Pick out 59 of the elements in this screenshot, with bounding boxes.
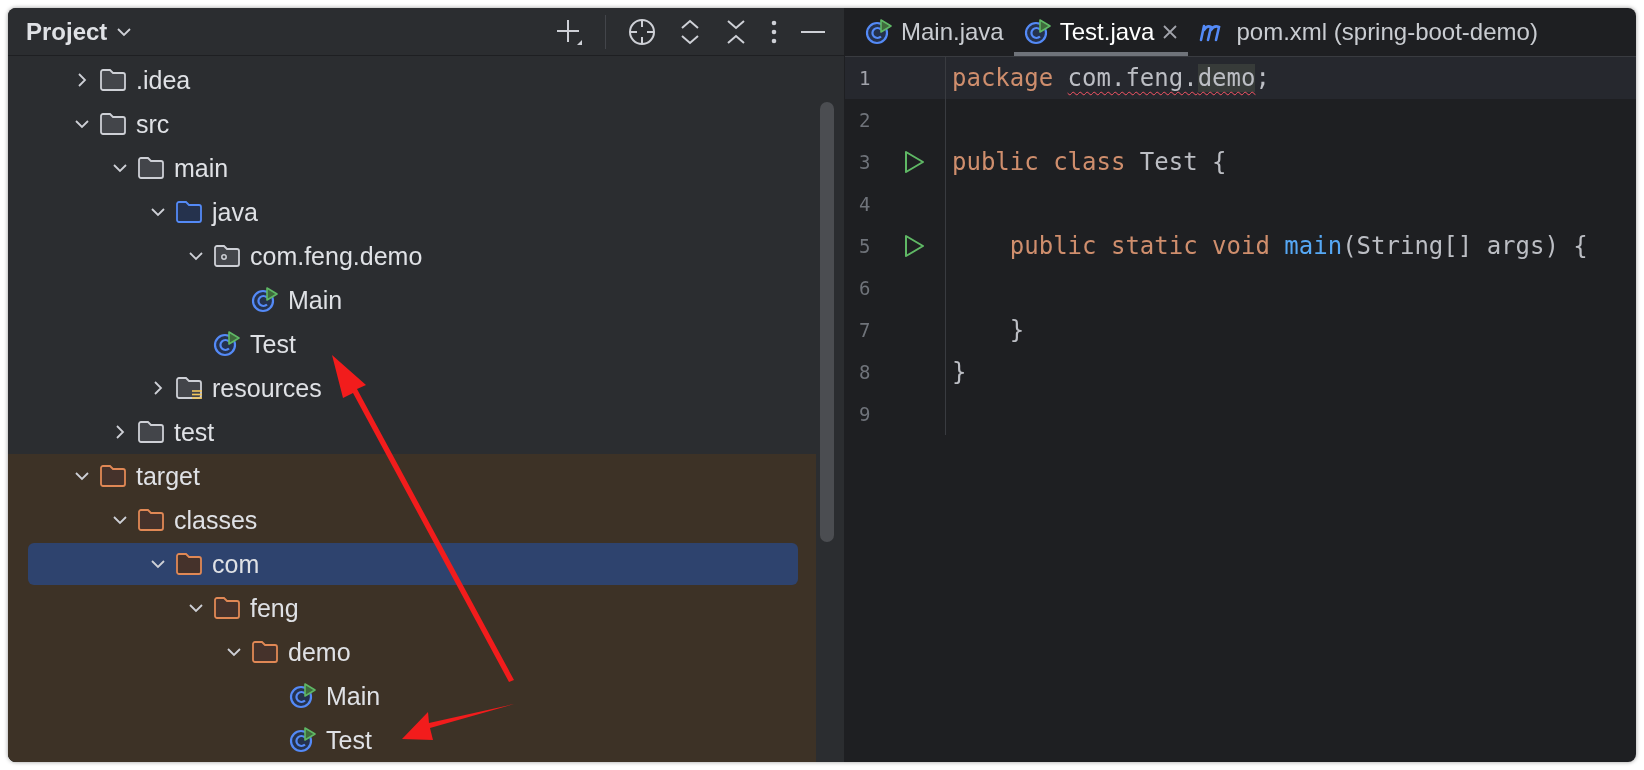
code-line: package com.feng.demo;: [952, 64, 1270, 92]
close-icon[interactable]: [1162, 24, 1179, 40]
line-number: 8: [858, 361, 872, 383]
line-number: 6: [858, 277, 872, 299]
folder-icon: [137, 420, 165, 444]
line-number: 4: [858, 193, 872, 215]
tree-item[interactable]: resources: [8, 367, 322, 409]
scrollbar-thumb[interactable]: [820, 102, 834, 542]
line-number: 7: [858, 319, 872, 341]
tree-item[interactable]: .idea: [8, 59, 191, 101]
class-icon: [289, 682, 317, 710]
target-icon[interactable]: [628, 17, 656, 46]
code-editor[interactable]: 1 package com.feng.demo; 2 3 public class Test { 4 5 public static void main(String[] args) { 6 7 } 8 } 9: [845, 57, 1636, 762]
editor-tab[interactable]: Main.java: [855, 8, 1014, 56]
line-number: 2: [858, 109, 872, 131]
class-icon: [865, 18, 893, 46]
tree-item[interactable]: Main: [8, 279, 343, 321]
tree-item[interactable]: test: [8, 411, 215, 453]
run-icon[interactable]: [903, 150, 925, 174]
folder-icon: [251, 640, 279, 664]
panel-title[interactable]: Project: [26, 17, 108, 46]
class-icon: [289, 726, 317, 754]
package-icon: [213, 244, 241, 268]
editor-tab[interactable]: pom.xml (spring-boot-demo): [1188, 8, 1548, 56]
folder-icon: [99, 112, 127, 136]
line-number: 3: [858, 151, 872, 173]
run-icon[interactable]: [903, 234, 925, 258]
code-line: public static void main(String[] args) {: [1008, 232, 1588, 260]
class-icon: [251, 286, 279, 314]
editor-tab[interactable]: Test.java: [1013, 8, 1189, 56]
tree-item[interactable]: com.feng.demo: [8, 235, 423, 277]
class-icon: [213, 330, 241, 358]
folder-icon: [175, 200, 203, 224]
tree-item[interactable]: target: [8, 455, 200, 497]
code-line: }: [1008, 316, 1025, 344]
tree-item[interactable]: src: [8, 103, 170, 145]
tree-item[interactable]: feng: [8, 587, 299, 629]
folder-icon: [137, 156, 165, 180]
code-line: }: [952, 358, 967, 386]
line-number: 1: [858, 67, 872, 89]
tree-item[interactable]: com: [28, 543, 798, 585]
tree-item[interactable]: Main: [8, 675, 381, 717]
resources-folder-icon: [175, 376, 203, 400]
tree-item[interactable]: classes: [8, 499, 258, 541]
folder-icon: [213, 596, 241, 620]
tree-item[interactable]: java: [8, 191, 258, 233]
folder-icon: [175, 552, 203, 576]
folder-icon: [99, 68, 127, 92]
tree-item[interactable]: Test: [8, 323, 296, 365]
folder-icon: [137, 508, 165, 532]
class-icon: [1023, 18, 1052, 46]
folder-icon: [99, 464, 127, 488]
code-line: public class Test {: [952, 148, 1227, 176]
tree-item[interactable]: main: [8, 147, 229, 189]
line-number: 5: [858, 235, 872, 257]
tree-item[interactable]: Test: [8, 719, 372, 761]
add-icon[interactable]: [555, 17, 583, 46]
line-number: 9: [858, 403, 872, 425]
tree-item[interactable]: demo: [8, 631, 351, 673]
